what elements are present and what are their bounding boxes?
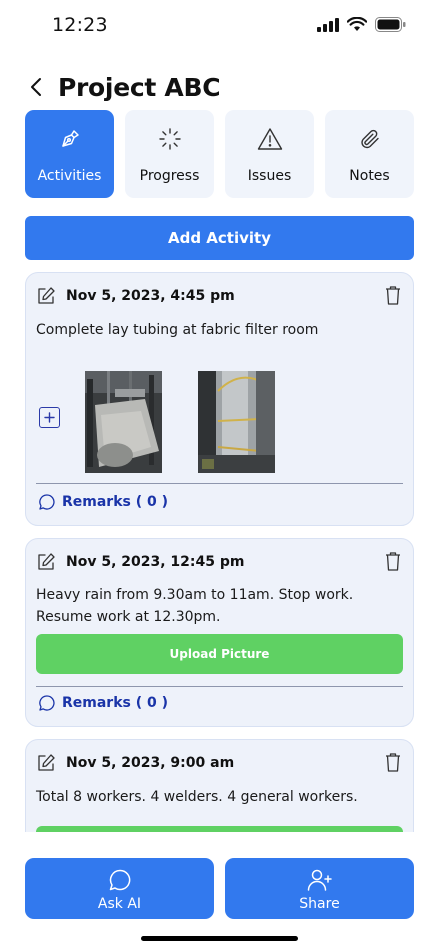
tab-activities[interactable]: Activities <box>25 110 114 198</box>
remarks-label: Remarks ( 0 ) <box>62 494 169 510</box>
activity-card: Nov 5, 2023, 12:45 pm Heavy rain from 9.… <box>25 538 414 727</box>
home-indicator <box>141 936 298 941</box>
remarks-link[interactable]: Remarks ( 0 ) <box>38 694 168 712</box>
remarks-link[interactable]: Remarks ( 0 ) <box>38 493 168 511</box>
loader-icon <box>158 127 182 151</box>
share-button[interactable]: Share <box>225 858 414 919</box>
activity-photo-1[interactable] <box>85 371 162 473</box>
chat-bubble-icon <box>39 695 55 711</box>
edit-icon[interactable] <box>36 286 56 306</box>
tab-label: Notes <box>349 168 390 184</box>
activity-text: Total 8 workers. 4 welders. 4 general wo… <box>36 789 358 805</box>
activity-date: Nov 5, 2023, 4:45 pm <box>66 288 235 304</box>
divider <box>36 686 403 687</box>
plus-icon <box>44 412 55 423</box>
tab-progress[interactable]: Progress <box>125 110 214 198</box>
trash-icon[interactable] <box>385 752 401 776</box>
trash-icon[interactable] <box>385 551 401 575</box>
add-photo-button[interactable] <box>39 407 60 428</box>
tab-label: Activities <box>37 168 102 184</box>
chat-bubble-icon <box>109 869 130 891</box>
pen-nib-icon <box>58 127 82 151</box>
status-bar: 12:23 <box>0 0 439 52</box>
edit-icon[interactable] <box>36 552 56 572</box>
back-button[interactable] <box>30 70 50 104</box>
tab-issues[interactable]: Issues <box>225 110 314 198</box>
add-user-icon <box>307 869 332 891</box>
status-time: 12:23 <box>52 14 108 36</box>
remarks-label: Remarks ( 0 ) <box>62 695 169 711</box>
activity-date: Nov 5, 2023, 12:45 pm <box>66 554 245 570</box>
battery-icon <box>375 17 406 36</box>
chevron-left-icon <box>31 78 41 96</box>
activity-date: Nov 5, 2023, 9:00 am <box>66 755 235 771</box>
ask-ai-label: Ask AI <box>97 896 142 912</box>
card-header: Nov 5, 2023, 9:00 am <box>36 752 403 774</box>
tab-label: Issues <box>247 168 292 184</box>
warning-triangle-icon <box>257 127 283 151</box>
page-title: Project ABC <box>58 72 221 102</box>
status-icons <box>317 16 406 36</box>
header: Project ABC <box>30 70 221 104</box>
share-label: Share <box>299 896 340 912</box>
wifi-icon <box>346 16 368 36</box>
edit-icon[interactable] <box>36 753 56 773</box>
activity-card: Nov 5, 2023, 4:45 pm Complete lay tubing… <box>25 272 414 526</box>
ask-ai-button[interactable]: Ask AI <box>25 858 214 919</box>
tab-notes[interactable]: Notes <box>325 110 414 198</box>
paperclip-icon <box>358 127 382 151</box>
tab-bar: Activities Progress Issues Notes <box>25 110 414 198</box>
activity-text: Complete lay tubing at fabric filter roo… <box>36 322 319 338</box>
add-activity-button[interactable]: Add Activity <box>25 216 414 260</box>
divider <box>36 483 403 484</box>
card-header: Nov 5, 2023, 12:45 pm <box>36 551 403 573</box>
tab-label: Progress <box>139 168 200 184</box>
activity-photo-2[interactable] <box>198 371 275 473</box>
activity-text: Heavy rain from 9.30am to 11am. Stop wor… <box>36 587 354 625</box>
trash-icon[interactable] <box>385 285 401 309</box>
cellular-signal-icon <box>317 17 339 36</box>
card-header: Nov 5, 2023, 4:45 pm <box>36 285 403 307</box>
upload-picture-button[interactable]: Upload Picture <box>36 634 403 674</box>
chat-bubble-icon <box>39 494 55 510</box>
